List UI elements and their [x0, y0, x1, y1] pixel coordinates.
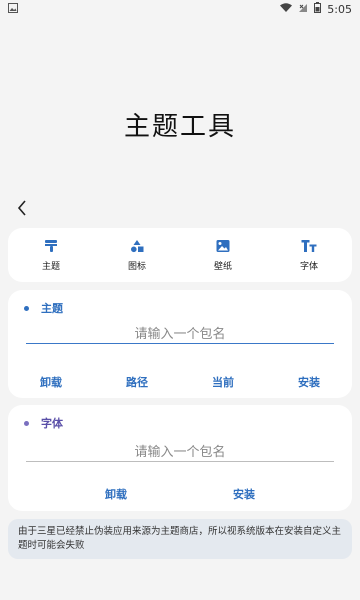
install-button[interactable]: 安装	[294, 372, 324, 392]
input-placeholder: 请输入一个包名	[134, 445, 226, 460]
nav-item-label: 图标	[127, 261, 146, 272]
back-button[interactable]	[12, 198, 32, 218]
status-bar: 5:05	[0, 0, 360, 18]
theme-package-input[interactable]: 请输入一个包名	[26, 322, 334, 344]
uninstall-button[interactable]: 卸载	[101, 484, 131, 504]
install-button[interactable]: 安装	[229, 484, 259, 504]
theme-section-header: 主题	[24, 300, 63, 316]
nav-item-wallpaper[interactable]: 壁纸	[180, 228, 266, 282]
current-button[interactable]: 当前	[208, 372, 238, 392]
category-nav: 主题 图标 壁纸 字体	[8, 228, 352, 282]
theme-icon	[45, 239, 57, 252]
section-dot	[24, 305, 29, 311]
font-section-header: 字体	[24, 415, 63, 431]
font-actions: 卸载 安装	[8, 484, 352, 504]
wifi-icon	[280, 2, 293, 16]
notice-text: 由于三星已经禁止伪装应用来源为主题商店，所以视系统版本在安装自定义主题时可能会失…	[8, 519, 352, 559]
input-placeholder: 请输入一个包名	[134, 327, 226, 342]
status-time: 5:05	[327, 2, 352, 16]
icons-icon	[131, 239, 144, 252]
wallpaper-icon	[216, 239, 230, 252]
nav-item-label: 主题	[41, 261, 60, 272]
font-package-input[interactable]: 请输入一个包名	[26, 440, 334, 462]
nav-item-font[interactable]: 字体	[266, 228, 352, 282]
section-title: 主题	[41, 302, 63, 315]
nav-item-label: 壁纸	[213, 261, 232, 272]
section-dot	[24, 420, 29, 426]
signal-x-icon	[298, 3, 308, 16]
uninstall-button[interactable]: 卸载	[36, 372, 66, 392]
nav-item-icons[interactable]: 图标	[94, 228, 180, 282]
chevron-left-icon	[17, 200, 26, 216]
page-title: 主题工具	[123, 112, 236, 142]
path-button[interactable]: 路径	[122, 372, 152, 392]
image-icon	[8, 2, 18, 16]
theme-section: 主题 请输入一个包名 卸载 路径 当前 安装	[8, 290, 352, 398]
section-title: 字体	[41, 417, 63, 430]
nav-item-label: 字体	[299, 261, 318, 272]
nav-item-theme[interactable]: 主题	[8, 228, 94, 282]
font-icon	[301, 239, 317, 252]
theme-actions: 卸载 路径 当前 安装	[8, 372, 352, 392]
battery-icon	[314, 2, 322, 16]
font-section: 字体 请输入一个包名 卸载 安装	[8, 405, 352, 511]
